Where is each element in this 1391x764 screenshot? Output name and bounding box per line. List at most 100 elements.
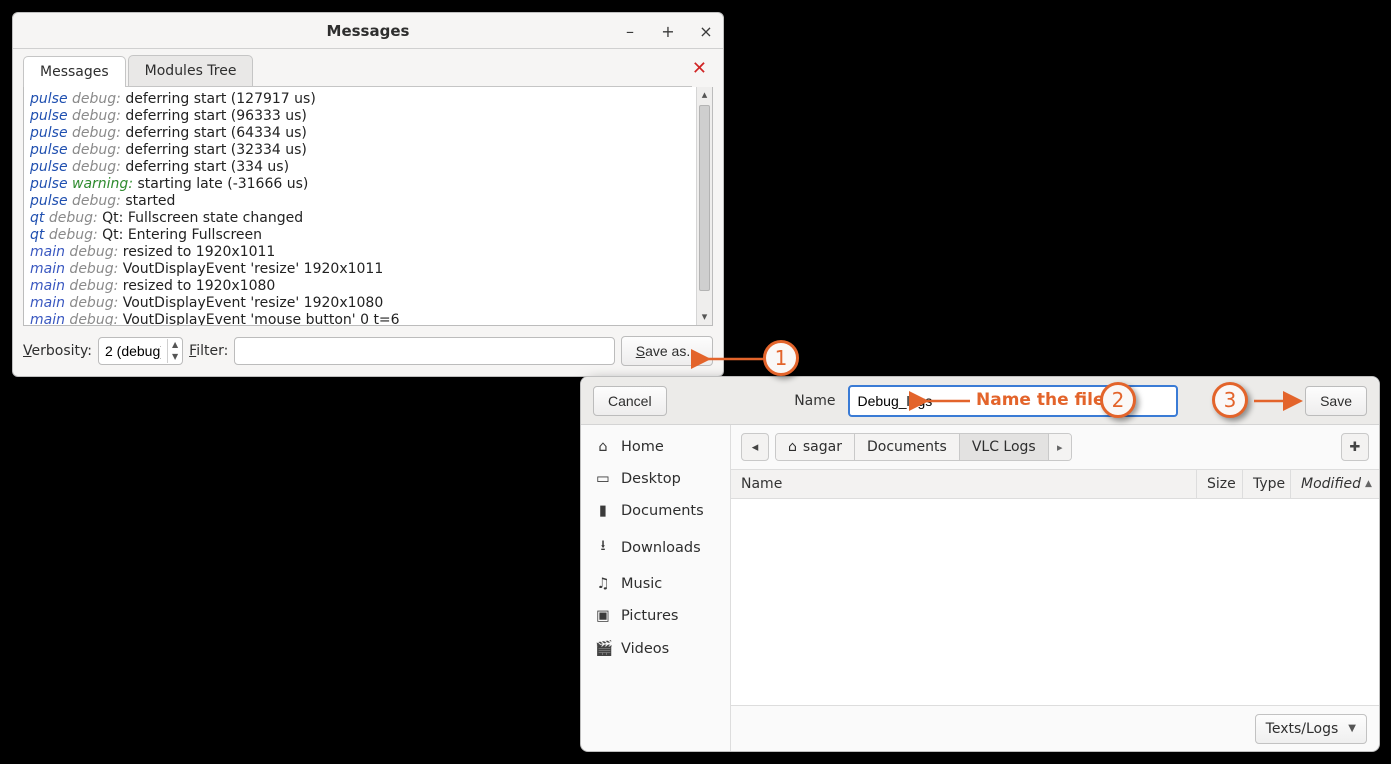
log-level: debug: [68, 108, 126, 124]
scroll-up-icon[interactable]: ▴ [697, 87, 712, 103]
chevron-down-icon: ▼ [1348, 723, 1356, 734]
minimize-button[interactable]: – [621, 22, 639, 41]
crumb-documents[interactable]: Documents [855, 434, 960, 460]
save-button[interactable]: Save [1305, 386, 1367, 416]
log-text: resized to 1920x1080 [123, 278, 276, 294]
column-size[interactable]: Size [1197, 470, 1243, 498]
place-desktop[interactable]: ▭ Desktop [581, 463, 730, 495]
log-level: debug: [68, 193, 126, 209]
log-text: Qt: Fullscreen state changed [102, 210, 303, 226]
log-line: pulse warning: starting late (-31666 us) [30, 176, 690, 193]
place-documents[interactable]: ▮ Documents [581, 495, 730, 527]
place-label: Downloads [621, 540, 701, 556]
log-line: pulse debug: deferring start (64334 us) [30, 125, 690, 142]
save-as-button[interactable]: Save as... [621, 336, 713, 366]
place-label: Music [621, 576, 662, 592]
log-text: VoutDisplayEvent 'resize' 1920x1011 [123, 261, 383, 277]
log-level: debug: [68, 125, 126, 141]
home-icon: ⌂ [595, 439, 611, 455]
spin-up-icon[interactable]: ▲ [168, 339, 182, 351]
log-level: warning: [68, 176, 138, 192]
plus-icon: ✚ [1350, 440, 1361, 455]
place-downloads[interactable]: ⭳ Downloads [581, 527, 730, 568]
scrollbar[interactable]: ▴ ▾ [696, 87, 712, 325]
log-line: main debug: VoutDisplayEvent 'mouse butt… [30, 312, 690, 325]
log-line: main debug: resized to 1920x1011 [30, 244, 690, 261]
log-module: main [30, 261, 65, 277]
log-level: debug: [68, 159, 126, 175]
place-pictures[interactable]: ▣Pictures [581, 600, 730, 632]
name-label: Name [794, 393, 835, 409]
file-list[interactable] [731, 499, 1379, 705]
file-type-label: Texts/Logs [1266, 721, 1339, 737]
log-line: pulse debug: deferring start (127917 us) [30, 91, 690, 108]
log-text: resized to 1920x1011 [123, 244, 276, 260]
annotation-step-1: 1 [763, 340, 799, 376]
window-title: Messages [327, 22, 410, 40]
crumb-sagar[interactable]: ⌂ sagar [776, 434, 855, 460]
path-back-button[interactable]: ◂ [741, 433, 769, 461]
crumb-forward-icon[interactable]: ▸ [1049, 434, 1071, 460]
log-module: main [30, 295, 65, 311]
place-music[interactable]: ♫Music [581, 568, 730, 600]
clear-log-button[interactable]: ✕ [692, 58, 707, 79]
crumb-vlc-logs[interactable]: VLC Logs [960, 434, 1049, 460]
videos-icon: 🎬 [595, 640, 611, 657]
log-module: qt [30, 210, 44, 226]
log-output[interactable]: pulse debug: deferring start (127917 us)… [24, 87, 696, 325]
log-line: pulse debug: deferring start (96333 us) [30, 108, 690, 125]
log-text: deferring start (32334 us) [125, 142, 307, 158]
log-level: debug: [68, 91, 126, 107]
verbosity-spinbox[interactable]: ▲▼ [98, 337, 183, 365]
spin-down-icon[interactable]: ▼ [168, 351, 182, 363]
pictures-icon: ▣ [595, 608, 611, 624]
file-type-combo[interactable]: Texts/Logs ▼ [1255, 714, 1367, 744]
log-level: debug: [68, 142, 126, 158]
log-module: pulse [30, 108, 68, 124]
tab-modules-tree[interactable]: Modules Tree [128, 55, 254, 86]
log-line: pulse debug: deferring start (334 us) [30, 159, 690, 176]
log-level: debug: [44, 227, 102, 243]
log-level: debug: [44, 210, 102, 226]
place-label: Videos [621, 641, 669, 657]
downloads-icon: ⭳ [595, 535, 611, 560]
log-module: qt [30, 227, 44, 243]
log-module: pulse [30, 159, 68, 175]
filename-input[interactable] [848, 385, 1178, 417]
log-line: pulse debug: started [30, 193, 690, 210]
filter-label: Filter: [189, 343, 228, 359]
column-modified[interactable]: Modified▲ [1291, 470, 1379, 498]
place-home[interactable]: ⌂ Home [581, 431, 730, 463]
file-list-header: Name Size Type Modified▲ [731, 469, 1379, 499]
log-module: pulse [30, 91, 68, 107]
place-label: Home [621, 439, 664, 455]
desktop-icon: ▭ [595, 471, 611, 487]
new-folder-button[interactable]: ✚ [1341, 433, 1369, 461]
home-icon: ⌂ [788, 439, 797, 455]
cancel-button[interactable]: Cancel [593, 386, 667, 416]
log-module: pulse [30, 193, 68, 209]
log-text: VoutDisplayEvent 'resize' 1920x1080 [123, 295, 383, 311]
place-label: Documents [621, 503, 704, 519]
log-text: deferring start (127917 us) [125, 91, 315, 107]
close-window-button[interactable]: × [697, 22, 715, 41]
documents-icon: ▮ [595, 503, 611, 519]
filter-input[interactable] [234, 337, 614, 365]
verbosity-label: Verbosity: [23, 343, 92, 359]
column-type[interactable]: Type [1243, 470, 1291, 498]
places-sidebar: ⌂Home▭Desktop▮Documents⭳Downloads♫Music▣… [581, 425, 731, 751]
log-text: deferring start (64334 us) [125, 125, 307, 141]
place-videos[interactable]: 🎬 Videos [581, 632, 730, 665]
maximize-button[interactable]: + [659, 22, 677, 41]
crumb-label: sagar [803, 439, 842, 455]
log-text: VoutDisplayEvent 'mouse button' 0 t=6 [123, 312, 400, 325]
log-module: pulse [30, 125, 68, 141]
scroll-down-icon[interactable]: ▾ [697, 309, 712, 325]
place-label: Desktop [621, 471, 681, 487]
log-text: deferring start (96333 us) [125, 108, 307, 124]
tab-messages[interactable]: Messages [23, 56, 126, 87]
verbosity-value[interactable] [99, 343, 167, 359]
log-module: pulse [30, 142, 68, 158]
column-name[interactable]: Name [731, 470, 1197, 498]
scroll-thumb[interactable] [699, 105, 710, 291]
